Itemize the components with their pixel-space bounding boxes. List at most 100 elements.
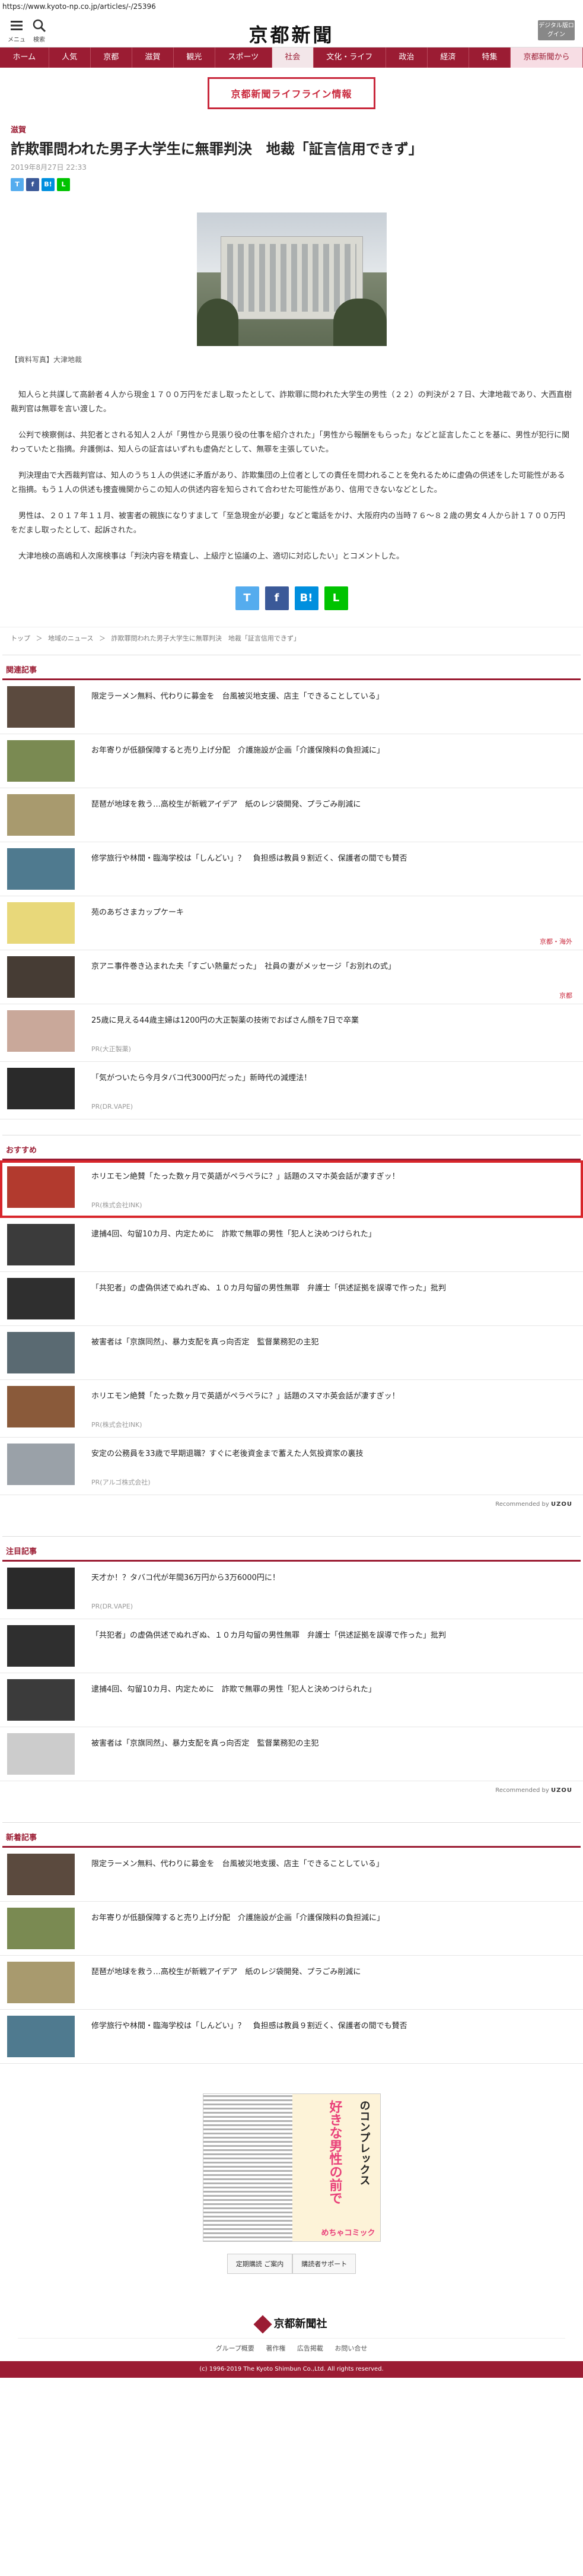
nav-item[interactable]: 京都 — [91, 47, 132, 68]
sponsor-label: PR(アルゴ株式会社) — [91, 1479, 151, 1486]
article-thumbnail — [7, 1568, 75, 1609]
nav-item[interactable]: 人気 — [49, 47, 91, 68]
manga-ad[interactable]: 好きな男性の前で のコンプレックス めちゃコミック — [202, 2093, 381, 2242]
article-thumbnail — [7, 1332, 75, 1373]
list-item[interactable]: 京アニ事件巻き込まれた夫「すごい熱量だった」 社員の妻がメッセージ「お別れの式」… — [0, 950, 583, 1004]
breadcrumb-sep: ＞ — [98, 635, 106, 642]
share-row-bottom: T f B! L — [0, 576, 583, 627]
list-item[interactable]: 「気がついたら今月タバコ代3000円だった」新時代の減煙法！ PR(DR.VAPE… — [0, 1062, 583, 1119]
list-item-text-wrap: 「共犯者」の虚偽供述でぬれぎぬ、１０カ月勾留の男性無罪 弁護士「供述証拠を誤導で… — [91, 1278, 576, 1295]
list-item[interactable]: 限定ラーメン無料、代わりに募金を 台風被災地支援、店主「できることしている」 — [0, 680, 583, 734]
facebook-share-icon[interactable]: f — [26, 178, 39, 191]
article-thumbnail — [7, 686, 75, 728]
browser-url-bar[interactable]: https://www.kyoto-np.co.jp/articles/-/25… — [0, 0, 583, 13]
list-item[interactable]: 修学旅行や林間・臨海学校は「しんどい」？ 負担感は教員９割近く、保護者の間でも賛… — [0, 2010, 583, 2064]
digital-login-button[interactable]: デジタル版ログイン — [538, 20, 575, 40]
article-section[interactable]: 滋賀 — [0, 118, 583, 135]
article-thumbnail — [7, 956, 75, 998]
list-item-text-wrap: お年寄りが低額保障すると売り上げ分配 介護施設が企画「介護保険料の負担減に」 — [91, 1908, 576, 1924]
list-item[interactable]: 被害者は「京旗同然」、暴力支配を真っ向否定 監督業務犯の主犯 — [0, 1326, 583, 1380]
notable-credit[interactable]: Recommended by UZOU — [0, 1781, 583, 1807]
list-item[interactable]: 限定ラーメン無料、代わりに募金を 台風被災地支援、店主「できることしている」 — [0, 1848, 583, 1902]
list-item[interactable]: 被害者は「京旗同然」、暴力支配を真っ向否定 監督業務犯の主犯 — [0, 1727, 583, 1781]
list-item-title: ホリエモン絶賛「たった数ヶ月で英語がペラペラに？」話題のスマホ英会話が凄すぎッ！ — [91, 1172, 400, 1181]
recommend-credit[interactable]: Recommended by UZOU — [0, 1495, 583, 1521]
nav-item[interactable]: 政治 — [386, 47, 428, 68]
hatena-share-icon[interactable]: B! — [42, 178, 55, 191]
article-thumbnail — [7, 794, 75, 836]
list-item-text-wrap: ホリエモン絶賛「たった数ヶ月で英語がペラペラに？」話題のスマホ英会話が凄すぎッ！… — [91, 1166, 576, 1211]
list-item-text-wrap: 「気がついたら今月タバコ代3000円だった」新時代の減煙法！ PR(DR.VAPE… — [91, 1068, 576, 1113]
list-item-text-wrap: 被害者は「京旗同然」、暴力支配を真っ向否定 監督業務犯の主犯 — [91, 1332, 576, 1349]
facebook-share-icon[interactable]: f — [265, 586, 289, 610]
list-item[interactable]: 逮捕4回、勾留10カ月、内定ために 詐欺で無罪の男性「犯人と決めつけられた」 — [0, 1218, 583, 1272]
list-item[interactable]: 琵琶が地球を救う…高校生が新戦アイデア 紙のレジ袋開発、プラごみ削減に — [0, 1956, 583, 2010]
list-item-text-wrap: 京アニ事件巻き込まれた夫「すごい熱量だった」 社員の妻がメッセージ「お別れの式」 — [91, 956, 576, 973]
list-item-title: 苑のあぢさまカップケーキ — [91, 908, 184, 917]
article-thumbnail — [7, 902, 75, 944]
list-item[interactable]: 「共犯者」の虚偽供述でぬれぎぬ、１０カ月勾留の男性無罪 弁護士「供述証拠を誤導で… — [0, 1619, 583, 1673]
list-item[interactable]: 天才か！？タバコ代が年間36万円から3万6000円に！ PR(DR.VAPE) — [0, 1562, 583, 1619]
nav-item[interactable]: 観光 — [174, 47, 215, 68]
article-title: 詐欺罪問われた男子大学生に無罪判決 地裁「証言信用できず」 — [11, 141, 423, 157]
list-item-text-wrap: お年寄りが低額保障すると売り上げ分配 介護施設が企画「介護保険料の負担減に」 — [91, 740, 576, 757]
list-item-title: 安定の公務員を33歳で早期退職？すぐに老後資金まで蓄えた人気投資家の裏技 — [91, 1449, 364, 1458]
list-item-text-wrap: ホリエモン絶賛「たった数ヶ月で英語がペラペラに？」話題のスマホ英会話が凄すぎッ！… — [91, 1386, 576, 1431]
nav-item[interactable]: 社会 — [272, 47, 314, 68]
list-item[interactable]: お年寄りが低額保障すると売り上げ分配 介護施設が企画「介護保険料の負担減に」 — [0, 734, 583, 788]
list-item-text-wrap: 逮捕4回、勾留10カ月、内定ために 詐欺で無罪の男性「犯人と決めつけられた」 — [91, 1224, 576, 1241]
nav-item[interactable]: 滋賀 — [132, 47, 174, 68]
uzou-logo: UZOU — [551, 1787, 572, 1794]
footer-link-copyright[interactable]: 著作権 — [266, 2345, 285, 2352]
nav-item[interactable]: 特集 — [469, 47, 511, 68]
footer-link-group[interactable]: グループ概要 — [216, 2345, 254, 2352]
footer-logo[interactable]: 京都新聞社 — [0, 2286, 583, 2338]
line-share-icon[interactable]: L — [324, 586, 348, 610]
article-thumbnail — [7, 1278, 75, 1319]
footer-link-ads[interactable]: 広告掲載 — [297, 2345, 323, 2352]
article-paragraph: 判決理由で大西裁判官は、知人のうち１人の供述に矛盾があり、詐欺集団の上位者として… — [11, 471, 565, 494]
nav-item[interactable]: 京都新聞から — [511, 47, 583, 68]
list-item[interactable]: ホリエモン絶賛「たった数ヶ月で英語がペラペラに？」話題のスマホ英会話が凄すぎッ！… — [0, 1380, 583, 1438]
article-thumbnail — [7, 740, 75, 782]
list-item[interactable]: 逮捕4回、勾留10カ月、内定ために 詐欺で無罪の男性「犯人と決めつけられた」 — [0, 1673, 583, 1727]
recommend-articles: おすすめ ホリエモン絶賛「たった数ヶ月で英語がペラペラに？」話題のスマホ英会話が… — [0, 1135, 583, 1521]
list-item[interactable]: お年寄りが低額保障すると売り上げ分配 介護施設が企画「介護保険料の負担減に」 — [0, 1902, 583, 1956]
list-item-title: 限定ラーメン無料、代わりに募金を 台風被災地支援、店主「できることしている」 — [91, 692, 384, 701]
list-item[interactable]: 安定の公務員を33歳で早期退職？すぐに老後資金まで蓄えた人気投資家の裏技 PR(ア… — [0, 1438, 583, 1495]
credit-prefix: Recommended by — [495, 1787, 549, 1794]
twitter-share-icon[interactable]: T — [235, 586, 259, 610]
nav-item[interactable]: スポーツ — [215, 47, 272, 68]
list-item[interactable]: 修学旅行や林間・臨海学校は「しんどい」？ 負担感は教員９割近く、保護者の間でも賛… — [0, 842, 583, 896]
breadcrumb-link-top[interactable]: トップ — [11, 635, 30, 642]
subscriber-support-link[interactable]: 購読者サポート — [292, 2254, 356, 2274]
sponsor-label: PR(株式会社INK) — [91, 1421, 142, 1429]
breadcrumb-current: 詐欺罪問われた男子大学生に無罪判決 地裁「証言信用できず」 — [111, 635, 300, 642]
sponsor-label: PR(DR.VAPE) — [91, 1603, 133, 1610]
notable-articles: 注目記事 天才か！？タバコ代が年間36万円から3万6000円に！ PR(DR.VA… — [0, 1536, 583, 1807]
list-item[interactable]: 25歳に見える44歳主婦は1200円の大正製薬の技術でおばさん顔を7日で卒業 PR… — [0, 1004, 583, 1062]
banner-wrap: 京都新聞ライフライン情報 — [0, 68, 583, 118]
subscribe-link[interactable]: 定期購読 ご案内 — [227, 2254, 293, 2274]
line-share-icon[interactable]: L — [57, 178, 70, 191]
list-item-title: 「共犯者」の虚偽供述でぬれぎぬ、１０カ月勾留の男性無罪 弁護士「供述証拠を誤導で… — [91, 1631, 447, 1640]
lifeline-banner[interactable]: 京都新聞ライフライン情報 — [208, 77, 375, 109]
list-item[interactable]: 琵琶が地球を救う…高校生が新戦アイデア 紙のレジ袋開発、プラごみ削減に — [0, 788, 583, 842]
breadcrumb-link-local[interactable]: 地域のニュース — [48, 635, 93, 642]
list-item[interactable]: 苑のあぢさまカップケーキ京都・海外 — [0, 896, 583, 950]
twitter-share-icon[interactable]: T — [11, 178, 24, 191]
list-item[interactable]: ホリエモン絶賛「たった数ヶ月で英語がペラペラに？」話題のスマホ英会話が凄すぎッ！… — [0, 1160, 583, 1218]
footer-link-contact[interactable]: お問い合せ — [334, 2345, 367, 2352]
site-logo[interactable]: 京都新聞 — [0, 20, 583, 47]
category-tag[interactable]: 京都 — [559, 991, 572, 1000]
subscription-links: 定期購読 ご案内 購読者サポート — [0, 2242, 583, 2286]
nav-item[interactable]: 文化・ライフ — [314, 47, 386, 68]
list-item[interactable]: 「共犯者」の虚偽供述でぬれぎぬ、１０カ月勾留の男性無罪 弁護士「供述証拠を誤導で… — [0, 1272, 583, 1326]
footer-links: グループ概要 著作権 広告掲載 お問い合せ — [18, 2338, 565, 2361]
category-tag[interactable]: 京都・海外 — [540, 937, 572, 946]
list-item-title: 被害者は「京旗同然」、暴力支配を真っ向否定 監督業務犯の主犯 — [91, 1739, 319, 1748]
article-thumbnail — [7, 1962, 75, 2003]
ad-headline: 好きな男性の前で — [327, 2100, 342, 2204]
hatena-share-icon[interactable]: B! — [294, 586, 318, 610]
nav-item[interactable]: 経済 — [428, 47, 469, 68]
